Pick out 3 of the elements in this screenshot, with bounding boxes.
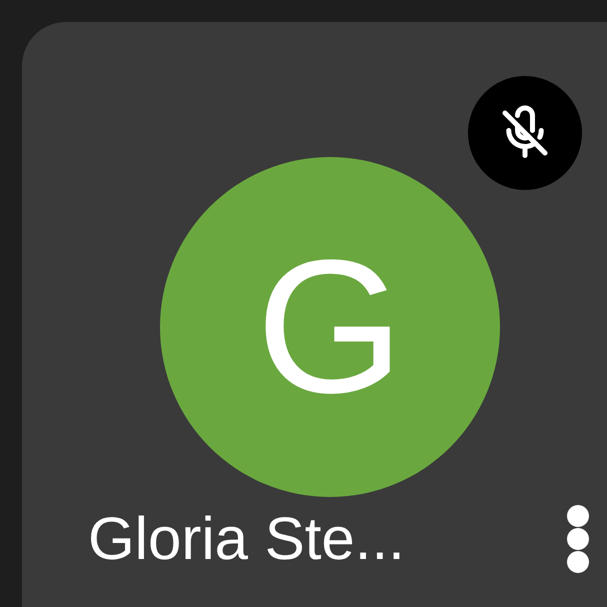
- avatar-initial: G: [256, 232, 404, 422]
- more-options-icon[interactable]: [566, 505, 590, 573]
- participant-name: Gloria Ste...: [88, 504, 406, 574]
